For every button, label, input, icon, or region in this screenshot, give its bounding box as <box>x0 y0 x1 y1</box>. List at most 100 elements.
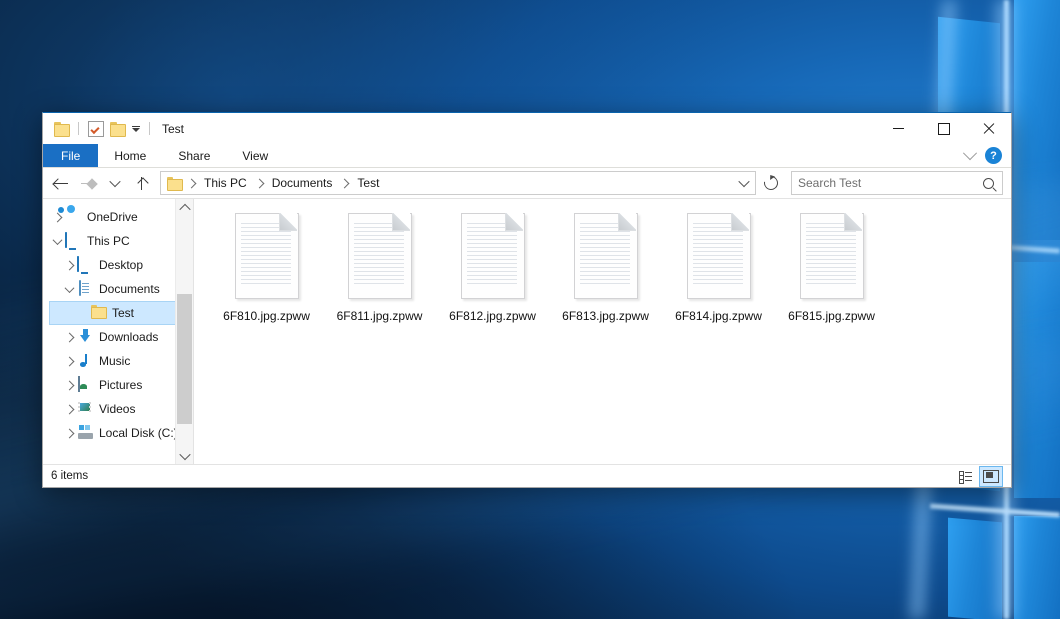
properties-icon[interactable] <box>88 121 104 137</box>
address-bar: This PC Documents Test Search Test <box>43 168 1011 198</box>
breadcrumb-item-test[interactable]: Test <box>353 175 383 191</box>
folder-icon <box>90 305 106 321</box>
new-folder-icon[interactable] <box>110 122 125 135</box>
forward-arrow-icon <box>81 178 96 189</box>
tab-view[interactable]: View <box>226 144 284 167</box>
search-box[interactable]: Search Test <box>791 171 1003 195</box>
minimize-button[interactable] <box>876 113 921 144</box>
sidebar-item-videos[interactable]: Videos <box>43 397 193 421</box>
cloud-icon <box>65 209 81 225</box>
chevron-right-icon[interactable] <box>61 430 77 437</box>
generic-document-icon <box>570 213 642 301</box>
tab-home[interactable]: Home <box>98 144 162 167</box>
pictures-icon <box>77 377 93 393</box>
scrollbar-thumb[interactable] <box>177 294 192 424</box>
sidebar-item-local-disk[interactable]: Local Disk (C:) <box>43 421 193 445</box>
navigation-list: OneDrive This PC Desktop Documents <box>43 199 193 445</box>
sidebar-item-label: Pictures <box>99 378 142 392</box>
sidebar-item-label: OneDrive <box>87 210 138 224</box>
breadcrumb-item-documents[interactable]: Documents <box>268 175 337 191</box>
refresh-icon <box>761 173 780 192</box>
sidebar-item-onedrive[interactable]: OneDrive <box>43 205 193 229</box>
sidebar-item-downloads[interactable]: Downloads <box>43 325 193 349</box>
sidebar-item-documents[interactable]: Documents <box>43 277 193 301</box>
window-controls <box>876 113 1011 144</box>
chevron-down-icon[interactable] <box>61 286 77 293</box>
file-item[interactable]: 6F814.jpg.zpww <box>662 211 775 323</box>
monitor-icon <box>77 257 93 273</box>
file-name: 6F812.jpg.zpww <box>449 309 536 323</box>
breadcrumb-separator <box>187 178 197 188</box>
navigation-scrollbar[interactable] <box>175 199 193 464</box>
generic-document-icon <box>231 213 303 301</box>
tab-share[interactable]: Share <box>162 144 226 167</box>
breadcrumb[interactable]: This PC Documents Test <box>160 171 756 195</box>
document-icon <box>77 281 93 297</box>
chevron-down-icon <box>109 176 120 187</box>
file-item[interactable]: 6F813.jpg.zpww <box>549 211 662 323</box>
tab-file[interactable]: File <box>43 144 98 167</box>
scroll-down-icon[interactable] <box>176 447 193 464</box>
search-input[interactable]: Search Test <box>798 176 983 190</box>
back-arrow-icon <box>54 178 69 189</box>
sidebar-item-pictures[interactable]: Pictures <box>43 373 193 397</box>
up-button[interactable] <box>130 171 154 195</box>
sidebar-item-label: Desktop <box>99 258 143 272</box>
file-list-view[interactable]: 6F810.jpg.zpww 6F811.jpg.zpww <box>194 199 1011 464</box>
chevron-right-icon[interactable] <box>61 262 77 269</box>
sidebar-item-label: Local Disk (C:) <box>99 426 178 440</box>
monitor-icon <box>65 233 81 249</box>
chevron-right-icon[interactable] <box>61 358 77 365</box>
file-name: 6F814.jpg.zpww <box>675 309 762 323</box>
chevron-right-icon[interactable] <box>61 382 77 389</box>
file-item[interactable]: 6F810.jpg.zpww <box>210 211 323 323</box>
folder-icon[interactable] <box>54 122 69 135</box>
file-item[interactable]: 6F811.jpg.zpww <box>323 211 436 323</box>
chevron-right-icon[interactable] <box>61 334 77 341</box>
close-button[interactable] <box>966 113 1011 144</box>
disk-icon <box>77 425 93 441</box>
details-view-button[interactable] <box>954 467 976 486</box>
large-icons-view-button[interactable] <box>979 466 1003 487</box>
chevron-down-icon[interactable] <box>131 126 140 132</box>
file-name: 6F811.jpg.zpww <box>337 309 423 323</box>
breadcrumb-item-this-pc[interactable]: This PC <box>200 175 251 191</box>
window-body: OneDrive This PC Desktop Documents <box>43 198 1011 464</box>
sidebar-item-music[interactable]: Music <box>43 349 193 373</box>
sidebar-item-label: Downloads <box>99 330 158 344</box>
back-button[interactable] <box>49 171 73 195</box>
sidebar-item-test[interactable]: Test <box>49 301 193 325</box>
chevron-down-icon[interactable] <box>49 238 65 245</box>
forward-button[interactable] <box>76 171 100 195</box>
sidebar-item-label: Test <box>112 306 134 320</box>
maximize-icon <box>938 123 950 135</box>
maximize-button[interactable] <box>921 113 966 144</box>
breadcrumb-tail <box>740 179 751 187</box>
file-item[interactable]: 6F812.jpg.zpww <box>436 211 549 323</box>
help-icon[interactable]: ? <box>985 147 1002 164</box>
chevron-right-icon[interactable] <box>61 406 77 413</box>
sidebar-item-label: Documents <box>99 282 160 296</box>
refresh-button[interactable] <box>759 171 783 195</box>
file-explorer-window: Test File Home Share View ? This PC Docu… <box>42 112 1012 488</box>
status-bar: 6 items <box>43 464 1011 487</box>
chevron-down-icon[interactable] <box>738 176 749 187</box>
navigation-pane: OneDrive This PC Desktop Documents <box>43 199 194 464</box>
recent-locations-button[interactable] <box>103 171 127 195</box>
sidebar-item-desktop[interactable]: Desktop <box>43 253 193 277</box>
chevron-down-icon[interactable] <box>963 146 977 160</box>
search-icon <box>983 178 994 189</box>
sidebar-item-label: This PC <box>87 234 130 248</box>
generic-document-icon <box>683 213 755 301</box>
chevron-right-icon[interactable] <box>49 214 65 221</box>
item-count-label: 6 items <box>51 470 88 482</box>
generic-document-icon <box>457 213 529 301</box>
sidebar-item-this-pc[interactable]: This PC <box>43 229 193 253</box>
quick-access-toolbar[interactable] <box>43 121 153 137</box>
scroll-up-icon[interactable] <box>176 199 193 216</box>
separator <box>78 122 79 135</box>
file-name: 6F815.jpg.zpww <box>788 309 875 323</box>
file-item[interactable]: 6F815.jpg.zpww <box>775 211 888 323</box>
window-title: Test <box>162 122 184 136</box>
close-icon <box>983 123 995 135</box>
